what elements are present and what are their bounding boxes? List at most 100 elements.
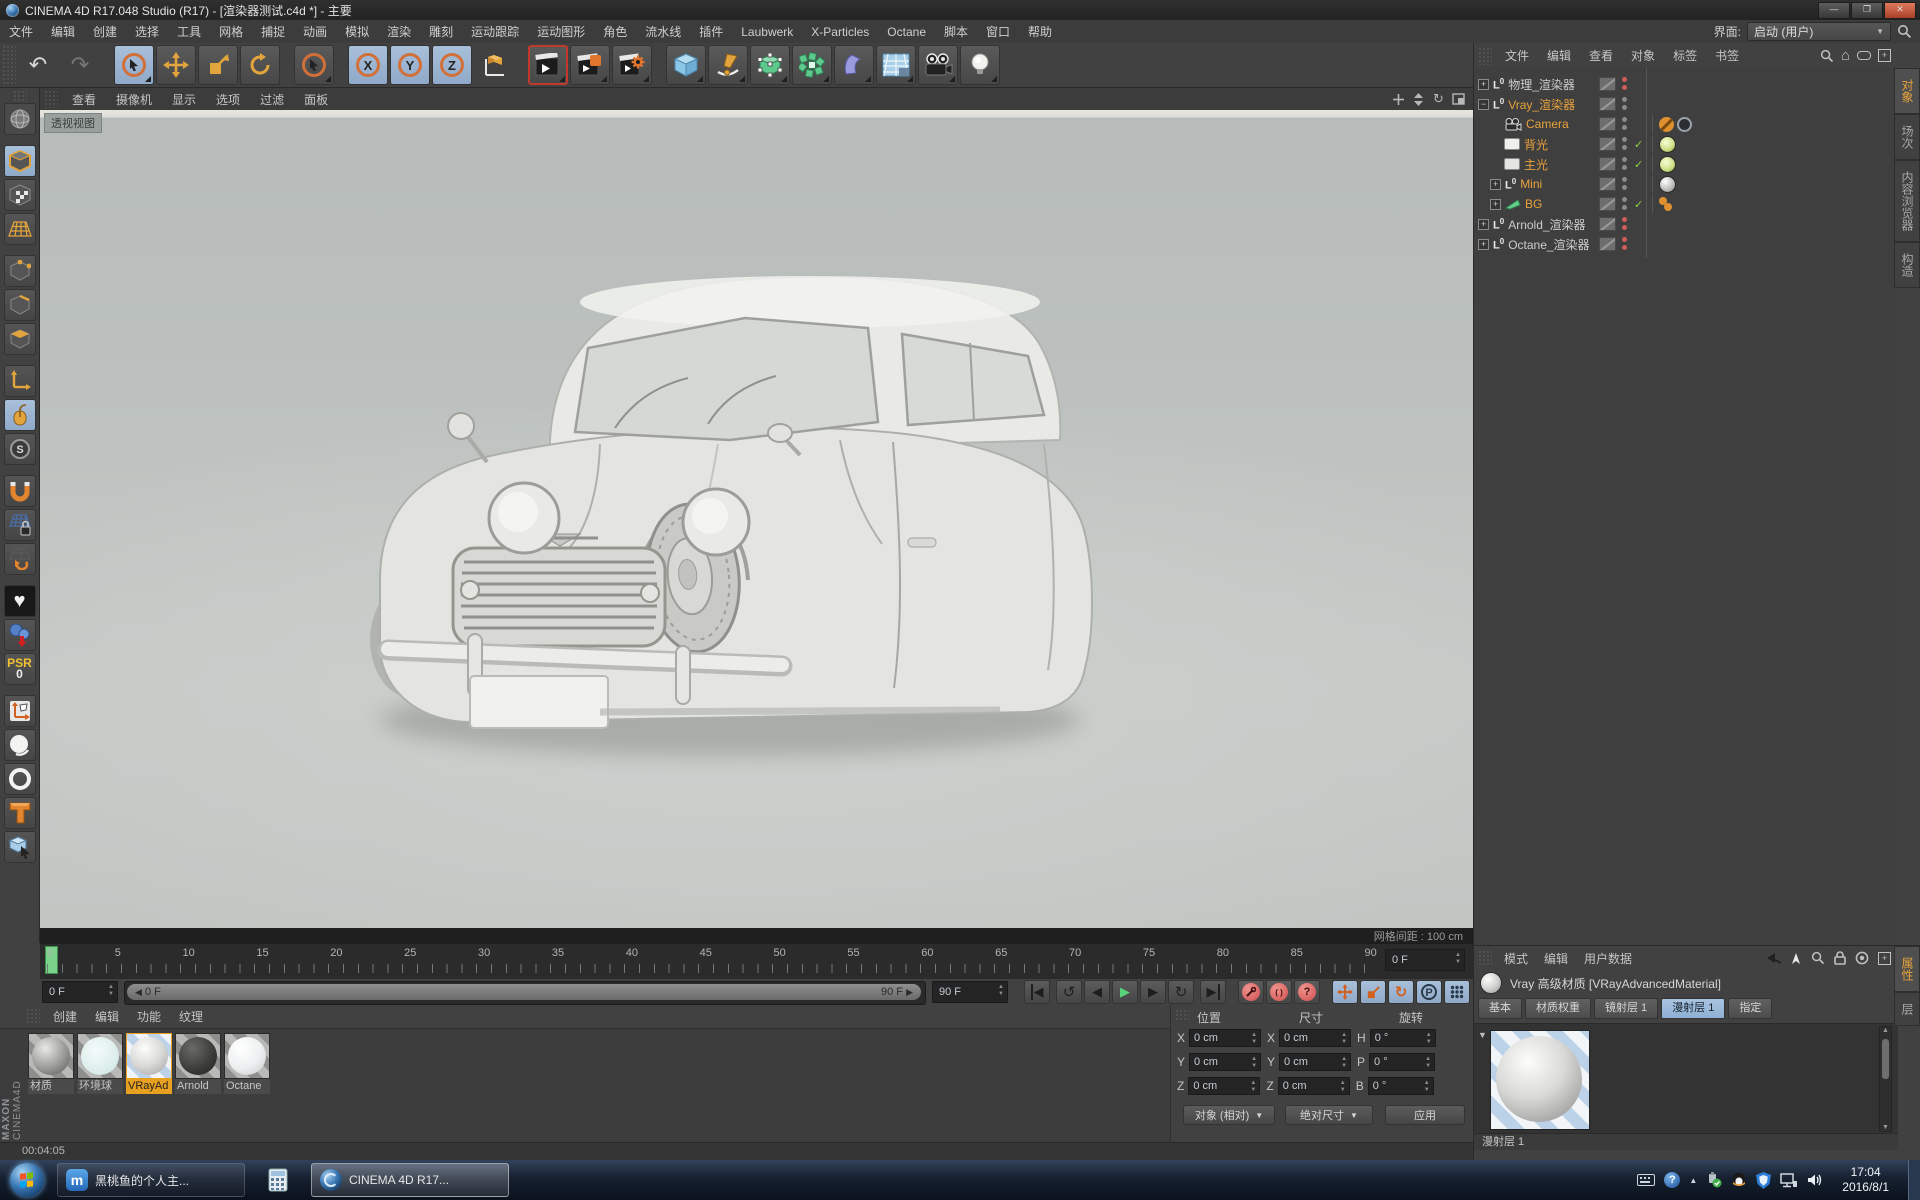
rot-h-field[interactable]: 0 °▲▼	[1370, 1029, 1436, 1047]
hidden-icons-arrow[interactable]: ▲	[1689, 1176, 1697, 1185]
tab-layers[interactable]: 层	[1894, 992, 1920, 1026]
snap-button[interactable]	[4, 475, 36, 507]
menu-xparticles[interactable]: X-Particles	[802, 25, 878, 39]
scroll-down-icon[interactable]: ▼	[1882, 1124, 1889, 1131]
tab-takes[interactable]: 场次	[1894, 114, 1920, 160]
zoom-view-icon[interactable]	[1410, 92, 1427, 107]
quantize-sphere-button[interactable]	[4, 729, 36, 761]
autokey-button[interactable]: ( )	[1266, 980, 1292, 1004]
attr-menu-edit[interactable]: 编辑	[1536, 950, 1576, 967]
pan-view-icon[interactable]	[1390, 92, 1407, 107]
om-menu-edit[interactable]: 编辑	[1538, 47, 1580, 64]
tab-objects[interactable]: 对象	[1894, 68, 1920, 114]
vp-menu-filter[interactable]: 过滤	[250, 91, 294, 108]
environment-button[interactable]	[876, 45, 916, 85]
security-shield-icon[interactable]	[1756, 1172, 1771, 1189]
menu-file[interactable]: 文件	[0, 23, 42, 40]
menu-plugins[interactable]: 插件	[690, 23, 732, 40]
om-menu-object[interactable]: 对象	[1622, 47, 1664, 64]
menu-tools[interactable]: 工具	[168, 23, 210, 40]
close-button[interactable]: ✕	[1884, 2, 1916, 19]
play-button[interactable]: ▶	[1112, 980, 1138, 1004]
menu-help[interactable]: 帮助	[1019, 23, 1061, 40]
visibility-dots[interactable]	[1622, 217, 1628, 231]
timeline-range-bar[interactable]: ◀ 0 F 90 F ▶	[127, 984, 921, 1000]
display-tag-icon[interactable]	[1677, 117, 1692, 132]
layer-box[interactable]	[1599, 137, 1616, 151]
layer-box[interactable]	[1599, 157, 1616, 171]
om-menu-view[interactable]: 查看	[1580, 47, 1622, 64]
lock-z-axis-button[interactable]: Z	[432, 45, 472, 85]
maximize-button[interactable]: ❐	[1851, 2, 1883, 19]
timeline-range-groove[interactable]: ◀ 0 F 90 F ▶	[124, 981, 926, 1005]
coordinate-system-button[interactable]	[474, 45, 514, 85]
material-swatch-selected[interactable]: VRayAd	[126, 1033, 172, 1094]
spinner-icon[interactable]: ▲▼	[998, 984, 1004, 998]
om-menu-tags[interactable]: 标签	[1664, 47, 1706, 64]
texture-mode-button[interactable]	[4, 179, 36, 211]
mat-menu-texture[interactable]: 纹理	[170, 1008, 212, 1025]
interface-dropdown[interactable]: 启动 (用户) ▼	[1747, 22, 1891, 41]
visibility-dots[interactable]	[1622, 237, 1628, 251]
timeline-ruler[interactable]: 051015202530354045505560657075808590 0 F…	[40, 943, 1473, 979]
protection-tag-icon[interactable]	[1659, 117, 1674, 132]
tab-content-browser[interactable]: 内容浏览器	[1894, 160, 1920, 242]
menu-render[interactable]: 渲染	[378, 23, 420, 40]
help-tray-icon[interactable]: ?	[1664, 1172, 1680, 1188]
undo-button[interactable]: ↶	[18, 45, 58, 85]
menu-octane[interactable]: Octane	[878, 25, 935, 39]
tab-assign[interactable]: 指定	[1728, 998, 1772, 1019]
points-mode-button[interactable]	[4, 255, 36, 287]
subdivision-surface-button[interactable]	[750, 45, 790, 85]
rotate-tool-button[interactable]	[240, 45, 280, 85]
compositing-tag-icon[interactable]	[1664, 203, 1672, 211]
history-forward-icon[interactable]	[1790, 952, 1802, 965]
menu-script[interactable]: 脚本	[935, 23, 977, 40]
tab-basic[interactable]: 基本	[1478, 998, 1522, 1019]
tab-structure[interactable]: 构造	[1894, 242, 1920, 288]
tab-diffuse-layer-1[interactable]: 漫射层 1	[1661, 998, 1725, 1019]
toolbar-grip[interactable]	[2, 45, 16, 85]
mat-grip[interactable]	[26, 1008, 40, 1025]
current-frame-field[interactable]: 0 F▲▼	[1385, 949, 1465, 971]
visibility-dots[interactable]	[1622, 197, 1628, 211]
axis-center-button[interactable]	[4, 695, 36, 727]
expand-icon[interactable]: +	[1478, 219, 1489, 230]
visibility-dots[interactable]	[1622, 177, 1628, 191]
material-tag-icon[interactable]	[1659, 176, 1676, 193]
axis-mode-button[interactable]	[4, 365, 36, 397]
lock-x-axis-button[interactable]: X	[348, 45, 388, 85]
render-settings-button[interactable]	[612, 45, 652, 85]
scale-tool-button[interactable]	[198, 45, 238, 85]
target-icon[interactable]	[1855, 951, 1869, 965]
last-tool-button[interactable]	[294, 45, 334, 85]
viewport-grip[interactable]	[44, 90, 58, 108]
taskbar-clock[interactable]: 17:04 2016/8/1	[1842, 1165, 1889, 1195]
goto-end-button[interactable]: ▶	[1200, 980, 1226, 1004]
layer-box[interactable]	[1599, 197, 1616, 211]
network-tray-icon[interactable]	[1780, 1173, 1798, 1188]
keyframe-selection-button[interactable]: ?	[1294, 980, 1320, 1004]
rot-p-field[interactable]: 0 °▲▼	[1369, 1053, 1435, 1071]
taskbar-app-cinema4d[interactable]: CINEMA 4D R17...	[311, 1163, 509, 1197]
enabled-check-icon[interactable]: ✓	[1634, 158, 1643, 171]
vp-menu-view[interactable]: 查看	[62, 91, 106, 108]
menu-mesh[interactable]: 网格	[210, 23, 252, 40]
menu-animate[interactable]: 动画	[294, 23, 336, 40]
workplane-lock-button[interactable]	[4, 509, 36, 541]
goto-start-button[interactable]: ◀	[1024, 980, 1050, 1004]
scroll-up-icon[interactable]: ▲	[1882, 1027, 1889, 1034]
spline-pen-button[interactable]	[708, 45, 748, 85]
tree-row-mini[interactable]: + L0 Mini	[1474, 174, 1895, 194]
lock-icon[interactable]	[1834, 951, 1846, 965]
key-parameter-button[interactable]: P	[1416, 980, 1442, 1004]
attr-scrollbar[interactable]: ▲ ▼	[1879, 1026, 1892, 1132]
om-grip[interactable]	[1478, 47, 1492, 65]
expand-icon[interactable]: +	[1490, 179, 1501, 190]
modeling-objects-button[interactable]	[792, 45, 832, 85]
vp-menu-options[interactable]: 选项	[206, 91, 250, 108]
material-swatch[interactable]: Arnold	[175, 1033, 221, 1094]
om-menu-bookmarks[interactable]: 书签	[1706, 47, 1748, 64]
rotate-view-icon[interactable]: ↻	[1430, 92, 1447, 107]
tree-row-arnold-renderer[interactable]: + L0 Arnold_渲染器	[1474, 214, 1895, 234]
